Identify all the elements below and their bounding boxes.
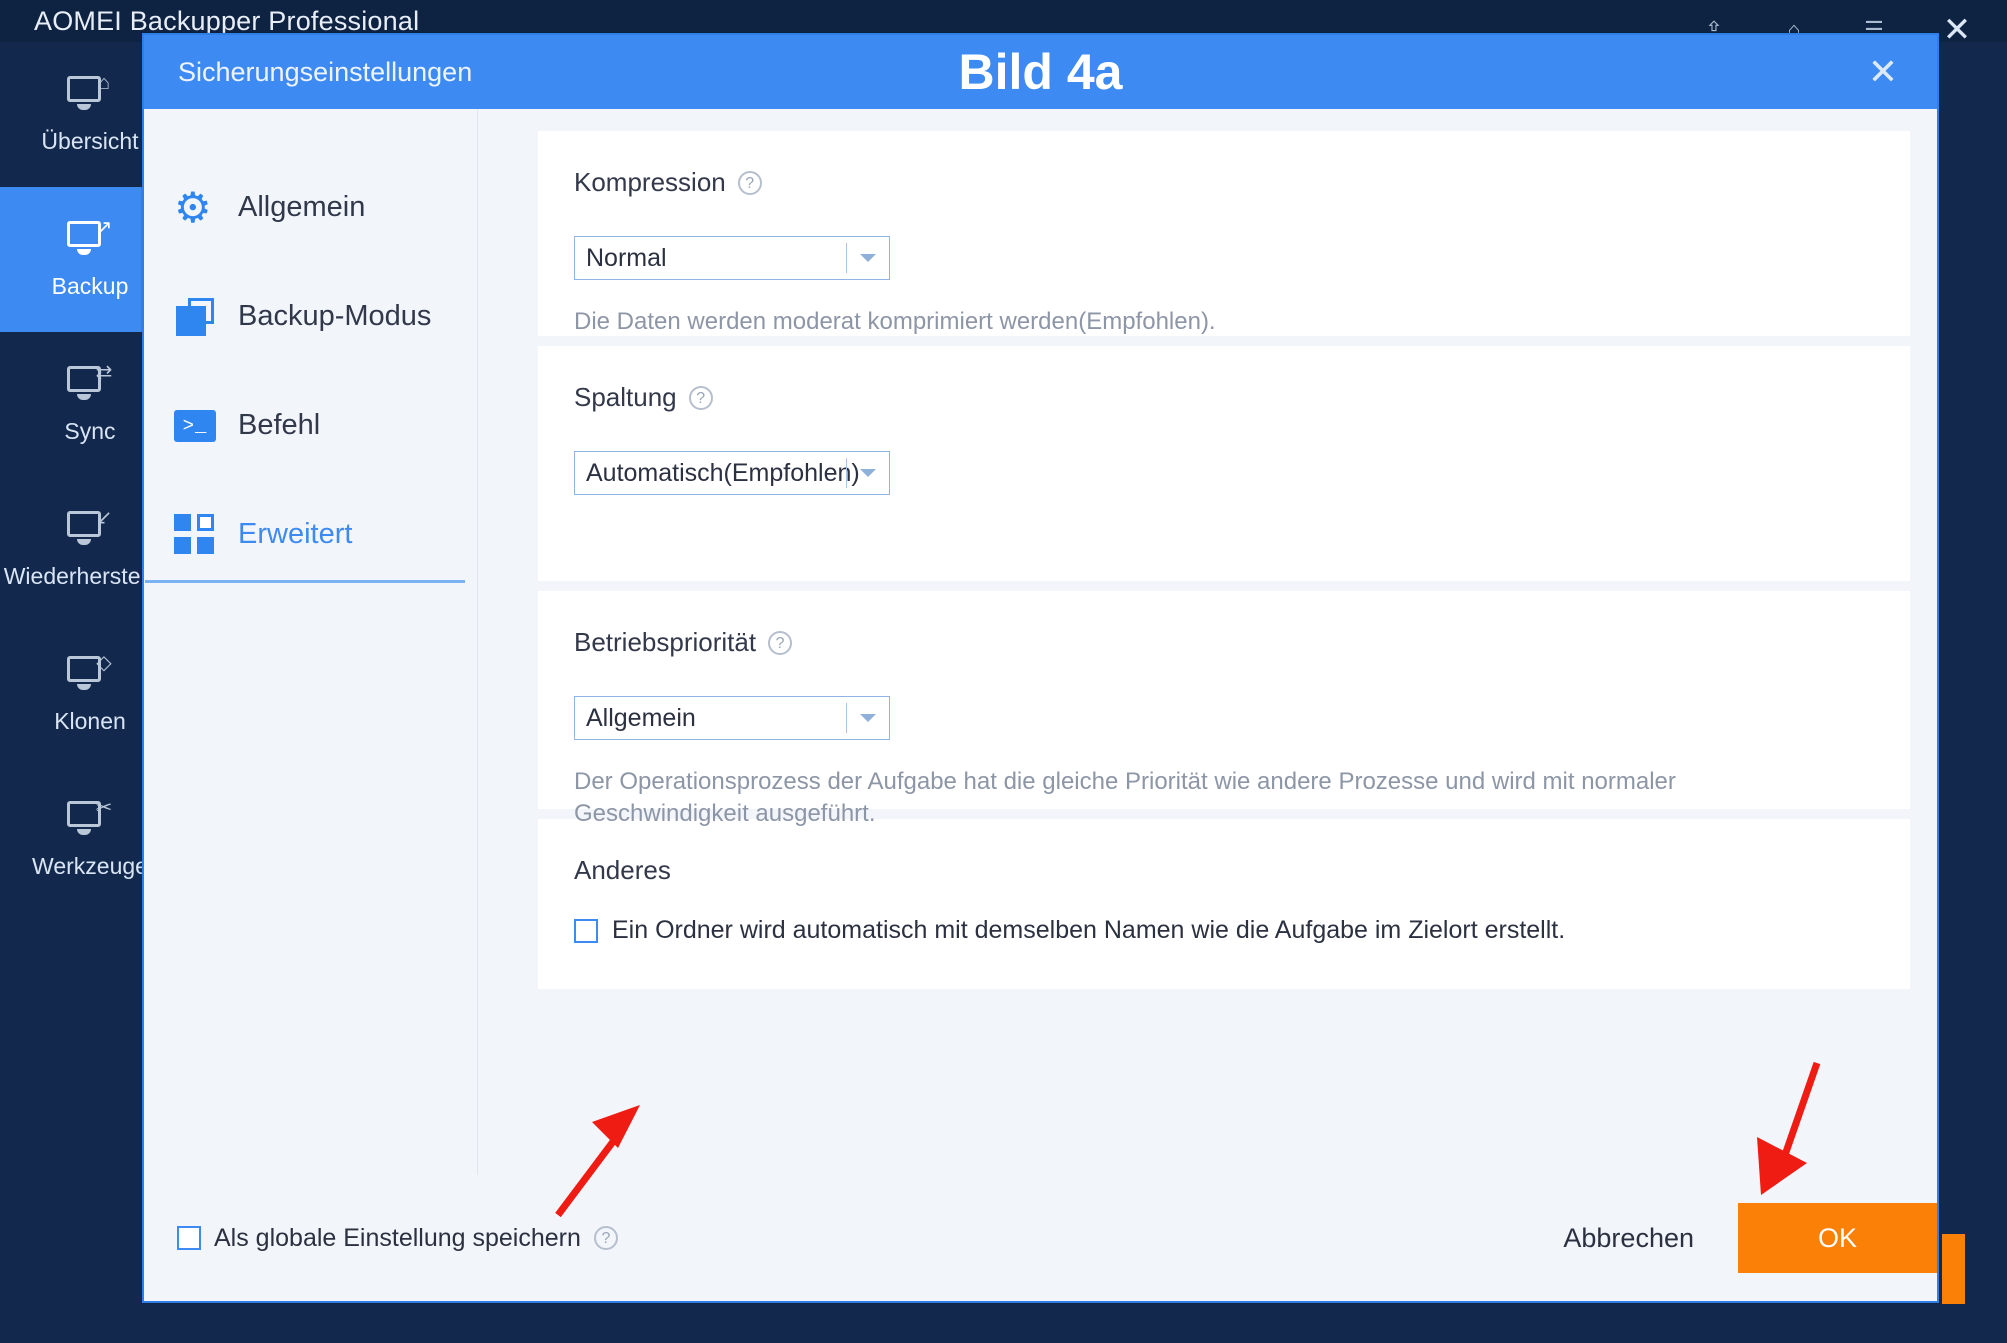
dialog-content: Kompression ? Normal Die Daten werden mo…	[478, 109, 1937, 1301]
splitting-label: Spaltung	[574, 382, 677, 412]
app-title: AOMEI Backupper Professional	[34, 5, 420, 36]
sidebar-item-label: Übersicht	[41, 128, 139, 154]
layers-icon	[174, 296, 216, 338]
backup-monitor-icon: ↗	[65, 217, 115, 261]
sidebar-item-label: Werkzeuge	[32, 853, 148, 879]
chevron-down-icon	[860, 469, 876, 477]
grid-icon	[174, 513, 216, 556]
chevron-down-icon	[860, 254, 876, 262]
sidebar-item-label: Sync	[64, 418, 116, 444]
compression-select-value: Normal	[586, 243, 667, 272]
priority-card: Betriebspriorität ? Allgemein Der Operat…	[538, 591, 1910, 827]
restore-monitor-icon: ↙	[65, 507, 115, 551]
auto-folder-row[interactable]: Ein Ordner wird automatisch mit demselbe…	[574, 916, 1910, 945]
gear-icon: ⚙	[174, 183, 212, 231]
tab-label: Allgemein	[238, 191, 366, 223]
tab-allgemein[interactable]: ⚙ Allgemein	[144, 153, 477, 262]
compression-label: Kompression	[574, 167, 726, 197]
sidebar-item-label: Klonen	[54, 708, 126, 734]
help-icon[interactable]: ?	[768, 630, 793, 655]
priority-select-value: Allgemein	[586, 703, 696, 732]
global-setting-checkbox[interactable]	[177, 1226, 201, 1250]
auto-folder-label: Ein Ordner wird automatisch mit demselbe…	[612, 916, 1566, 944]
dialog-titlebar: Sicherungseinstellungen Bild 4a ✕	[144, 35, 1937, 109]
tools-monitor-icon: ✂	[65, 797, 115, 841]
tab-label: Backup-Modus	[238, 300, 432, 332]
dialog-tab-list: ⚙ Allgemein Backup-Modus >_ Befehl Erwei…	[144, 109, 478, 1301]
close-icon[interactable]: ✕	[1937, 13, 1977, 47]
close-icon[interactable]: ✕	[1863, 54, 1903, 90]
compression-card: Kompression ? Normal Die Daten werden mo…	[538, 131, 1910, 336]
dialog-titlebar-label: Sicherungseinstellungen	[178, 56, 473, 87]
help-icon[interactable]: ?	[688, 385, 713, 410]
compression-select[interactable]: Normal	[574, 236, 890, 280]
console-icon: >_	[174, 405, 216, 447]
splitting-card: Spaltung ? Automatisch(Empfohlen)	[538, 346, 1910, 581]
background-primary-button[interactable]	[1942, 1234, 1965, 1304]
auto-folder-checkbox[interactable]	[574, 918, 598, 943]
tab-label: Befehl	[238, 409, 321, 441]
tab-befehl[interactable]: >_ Befehl	[144, 371, 477, 480]
clone-monitor-icon: ◇	[65, 652, 115, 696]
splitting-select-value: Automatisch(Empfohlen)	[586, 458, 860, 487]
global-setting-label: Als globale Einstellung speichern	[214, 1223, 581, 1252]
tab-erweitert[interactable]: Erweitert	[144, 480, 477, 589]
priority-label: Betriebspriorität	[574, 627, 757, 657]
tab-backup-modus[interactable]: Backup-Modus	[144, 262, 477, 371]
compression-label-row: Kompression ?	[574, 167, 1910, 198]
chevron-down-icon	[860, 714, 876, 722]
splitting-label-row: Spaltung ?	[574, 382, 1910, 413]
help-icon[interactable]: ?	[593, 1226, 618, 1250]
dialog-body: ⚙ Allgemein Backup-Modus >_ Befehl Erwei…	[144, 109, 1937, 1301]
dialog-footer: Als globale Einstellung speichern ? Abbr…	[144, 1175, 1937, 1301]
compression-description: Die Daten werden moderat komprimiert wer…	[574, 308, 1216, 335]
select-separator	[846, 458, 847, 488]
ok-button[interactable]: OK	[1738, 1203, 1937, 1273]
other-label-row: Anderes	[574, 855, 1910, 886]
select-separator	[846, 243, 847, 273]
cancel-button[interactable]: Abbrechen	[1559, 1217, 1698, 1260]
tab-label: Erweitert	[238, 518, 353, 550]
footer-actions: Abbrechen OK	[1559, 1203, 1937, 1273]
priority-select[interactable]: Allgemein	[574, 696, 890, 740]
help-icon[interactable]: ?	[737, 170, 762, 195]
sidebar-item-label: Backup	[51, 273, 129, 299]
select-separator	[846, 703, 847, 733]
other-card: Anderes Ein Ordner wird automatisch mit …	[538, 819, 1910, 989]
backup-settings-dialog: Sicherungseinstellungen Bild 4a ✕ ⚙ Allg…	[142, 33, 1939, 1303]
other-label: Anderes	[574, 855, 671, 885]
sync-monitor-icon: ⇄	[65, 362, 115, 406]
priority-label-row: Betriebspriorität ?	[574, 627, 1910, 658]
splitting-select[interactable]: Automatisch(Empfohlen)	[574, 451, 890, 495]
global-setting-row[interactable]: Als globale Einstellung speichern ?	[177, 1224, 618, 1253]
home-monitor-icon: ⌂	[65, 72, 115, 116]
